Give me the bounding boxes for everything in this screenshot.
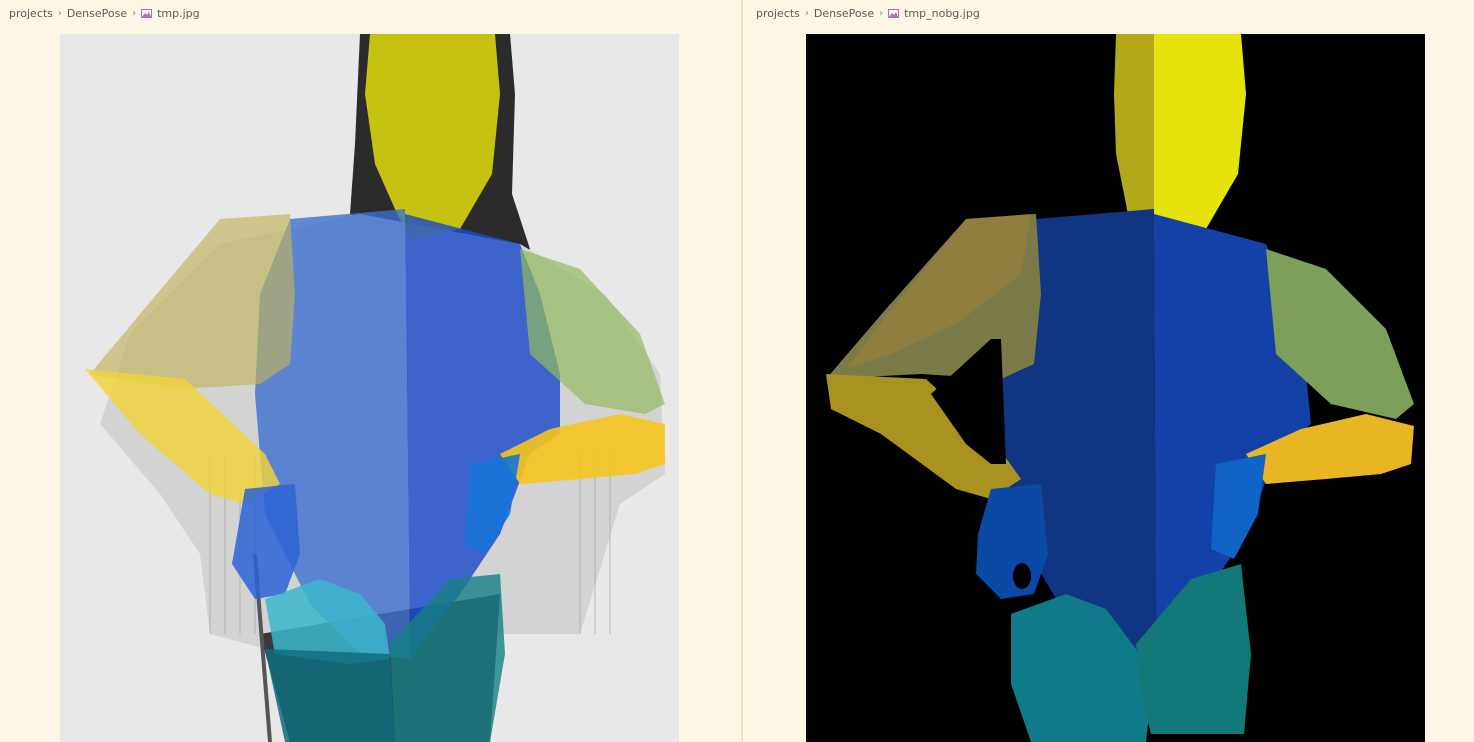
breadcrumb-item[interactable]: projects <box>9 7 53 20</box>
chevron-right-icon: › <box>57 7 62 19</box>
breadcrumb-item[interactable]: DensePose <box>67 7 127 20</box>
image-preview <box>806 34 1425 742</box>
photo-watermark: DICTI◆N 2019S/S AZUL by moussy <box>553 707 669 736</box>
densepose-overlay-image <box>60 34 679 742</box>
image-file-icon <box>141 8 153 18</box>
chevron-right-icon: › <box>132 7 137 19</box>
editor-pane-left: projects › DensePose › tmp.jpg DICTI◆N 2… <box>0 0 741 742</box>
densepose-nobg-image <box>806 34 1425 742</box>
chevron-right-icon: › <box>879 7 884 19</box>
image-file-icon <box>888 8 900 18</box>
watermark-brand: DICTI◆N <box>574 707 669 727</box>
breadcrumb-item[interactable]: projects <box>756 7 800 20</box>
breadcrumb: projects › DensePose › tmp_nobg.jpg <box>756 5 980 21</box>
breadcrumb-file-name[interactable]: tmp_nobg.jpg <box>904 7 980 20</box>
chevron-right-icon: › <box>804 7 809 19</box>
breadcrumb: projects › DensePose › tmp.jpg <box>9 5 200 21</box>
image-preview: DICTI◆N 2019S/S AZUL by moussy <box>60 34 679 742</box>
breadcrumb-item[interactable]: DensePose <box>814 7 874 20</box>
breadcrumb-file-name[interactable]: tmp.jpg <box>157 7 200 20</box>
watermark-subtitle: 2019S/S AZUL by moussy <box>553 725 669 736</box>
editor-pane-right: projects › DensePose › tmp_nobg.jpg <box>743 0 1474 742</box>
